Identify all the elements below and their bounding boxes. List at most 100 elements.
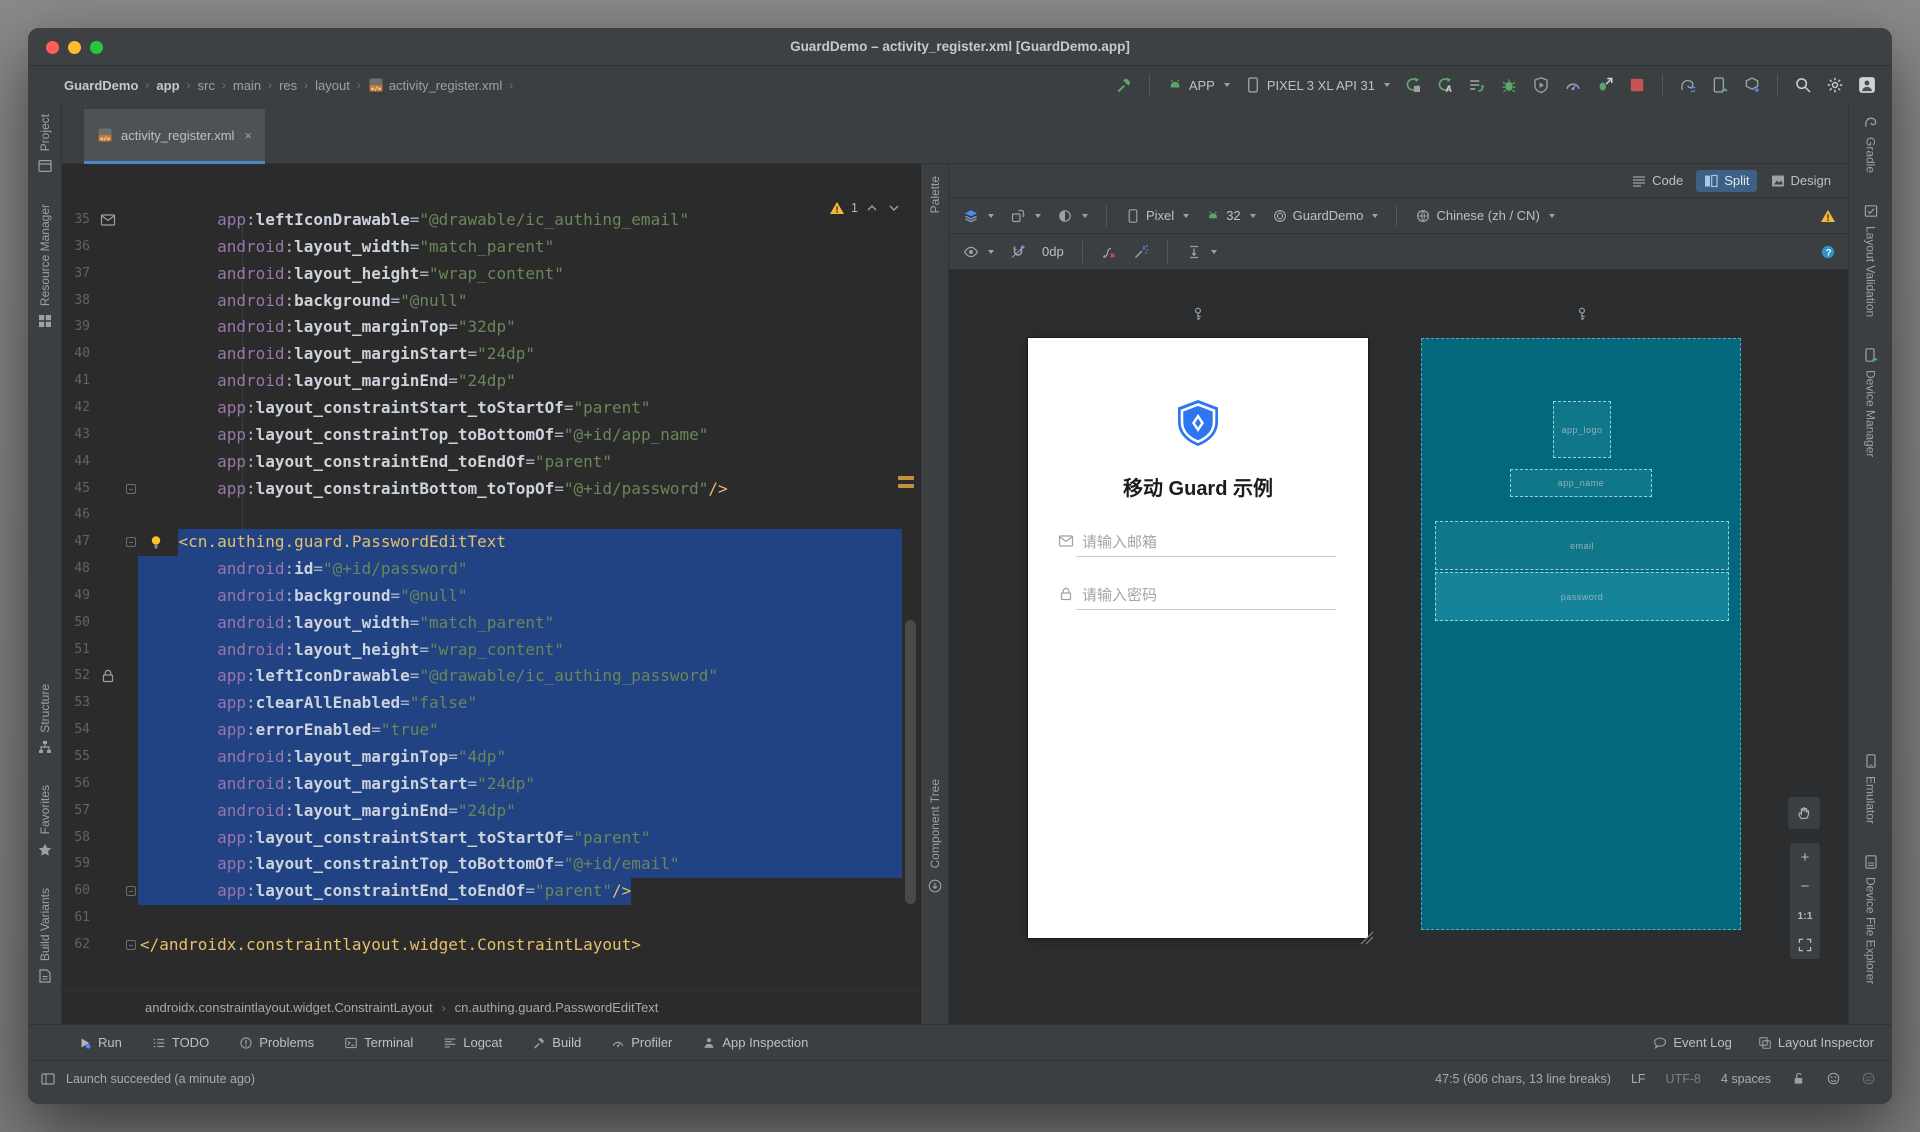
breadcrumb-item-layout[interactable]: layout [315,78,350,93]
restore-windows-icon[interactable] [927,878,943,894]
close-window-button[interactable] [46,41,59,54]
tool-window-device-file-explorer[interactable]: Device File Explorer [1863,854,1879,984]
zoom-out-button[interactable]: − [1790,872,1820,901]
device-manager-button[interactable] [1709,74,1731,96]
design-surface[interactable]: 移动 Guard 示例 请输入邮箱 请输入密码 app_logo app_nam… [949,270,1848,1024]
canvas-resize-handle-icon[interactable] [1359,930,1375,946]
tool-window-button-logcat[interactable]: Logcat [443,1035,502,1050]
mode-code-button[interactable]: Code [1624,170,1690,192]
fold-marker[interactable] [126,484,136,494]
search-everywhere-button[interactable] [1792,74,1814,96]
preview-device-button[interactable]: Pixel [1123,206,1191,226]
tool-window-project[interactable]: Project [37,114,53,174]
blueprint-password[interactable]: password [1435,572,1729,621]
blueprint-app-name[interactable]: app_name [1510,469,1652,497]
help-icon[interactable]: ? [1820,244,1836,260]
tool-window-favorites[interactable]: Favorites [37,785,53,857]
zoom-window-button[interactable] [90,41,103,54]
fold-marker[interactable] [126,886,136,896]
run-with-coverage-button[interactable] [1530,74,1552,96]
night-mode-button[interactable] [1055,206,1090,226]
breadcrumb-item-app[interactable]: app [156,78,179,93]
apply-code-changes-button[interactable] [1466,74,1488,96]
orientation-button[interactable] [1008,206,1043,226]
blueprint-email[interactable]: email [1435,521,1729,570]
editor-scrollbar[interactable] [905,620,916,904]
tab-activity-register-xml[interactable]: </> activity_register.xml × [84,109,265,164]
chevron-down-icon[interactable] [886,200,902,216]
tool-window-button-layout-inspector[interactable]: Layout Inspector [1758,1035,1874,1050]
tool-window-build-variants[interactable]: Build Variants [37,888,53,984]
zoom-in-button[interactable]: + [1790,843,1820,872]
device-select-button[interactable]: PIXEL 3 XL API 31 [1242,74,1392,96]
tool-window-button-app-inspection[interactable]: App Inspection [702,1035,808,1050]
breadcrumb-parent[interactable]: androidx.constraintlayout.widget.Constra… [145,1000,433,1015]
chevron-up-icon[interactable] [864,200,880,216]
tool-window-layout-validation[interactable]: Layout Validation [1863,203,1879,317]
autoconnect-button[interactable] [1008,242,1028,262]
profile-button[interactable] [1562,74,1584,96]
status-encoding[interactable]: UTF-8 [1666,1072,1701,1086]
attach-debugger-button[interactable] [1594,74,1616,96]
tool-window-button-problems[interactable]: Problems [239,1035,314,1050]
tool-window-gradle[interactable]: Gradle [1863,114,1879,173]
profile-avatar-button[interactable] [1856,74,1878,96]
zoom-actual-button[interactable]: 1:1 [1790,901,1820,930]
view-options-button[interactable] [961,242,996,262]
status-feedback-positive[interactable] [1826,1071,1841,1086]
fold-marker[interactable] [126,537,136,547]
tool-window-resource-manager[interactable]: Resource Manager [37,204,53,329]
render-warning-icon[interactable] [1820,208,1836,224]
stop-button[interactable] [1626,74,1648,96]
tool-window-button-terminal[interactable]: Terminal [344,1035,413,1050]
status-indent-style[interactable]: 4 spaces [1721,1072,1771,1086]
breadcrumb-item-guarddemo[interactable]: GuardDemo [64,78,138,93]
code-editor[interactable]: 35 app:leftIconDrawable="@drawable/ic_au… [62,164,920,990]
clear-all-constraints-button[interactable] [1099,242,1119,262]
email-field[interactable]: 请输入邮箱 [1058,530,1338,552]
build-button[interactable] [1113,74,1135,96]
preview-theme-button[interactable]: GuardDemo [1270,206,1381,226]
error-stripe-mark[interactable] [898,484,914,488]
zoom-to-fit-button[interactable] [1790,930,1820,959]
minimize-window-button[interactable] [68,41,81,54]
debug-button[interactable] [1498,74,1520,96]
tool-window-structure[interactable]: Structure [37,684,53,756]
password-field[interactable]: 请输入密码 [1058,583,1338,605]
design-surface-button[interactable] [961,206,996,226]
blueprint-app-logo[interactable]: app_logo [1553,401,1611,458]
close-tab-icon[interactable]: × [244,128,252,143]
preview-api-button[interactable]: 32 [1203,206,1257,226]
inspection-widget[interactable]: 1 [829,200,902,216]
apply-changes-restart-button[interactable]: A [1434,74,1456,96]
tool-window-button-event-log[interactable]: Event Log [1653,1035,1732,1050]
breadcrumb-item-activity-register-xml[interactable]: </>activity_register.xml [368,77,502,93]
status-line-separator[interactable]: LF [1631,1072,1646,1086]
design-preview-device[interactable]: 移动 Guard 示例 请输入邮箱 请输入密码 [1028,338,1368,938]
tool-window-emulator[interactable]: Emulator [1863,753,1879,824]
infer-constraints-button[interactable] [1131,242,1151,262]
settings-button[interactable] [1824,74,1846,96]
error-stripe-mark[interactable] [898,476,914,480]
sdk-manager-button[interactable] [1741,74,1763,96]
pack-button[interactable] [1184,242,1219,262]
preview-locale-button[interactable]: Chinese (zh / CN) [1413,206,1556,226]
default-margins-button[interactable]: 0dp [1040,242,1066,261]
breadcrumb-current[interactable]: cn.authing.guard.PasswordEditText [455,1000,659,1015]
status-write-access[interactable] [1791,1071,1806,1086]
breadcrumb-item-res[interactable]: res [279,78,297,93]
run-configuration-button[interactable]: APP [1164,74,1232,96]
tool-window-button-profiler[interactable]: Profiler [611,1035,672,1050]
pan-button[interactable] [1787,796,1821,830]
blueprint-preview-device[interactable]: app_logo app_name email password [1421,338,1741,930]
tool-window-button-todo[interactable]: TODO [152,1035,209,1050]
mode-split-button[interactable]: Split [1696,170,1756,192]
mode-design-button[interactable]: Design [1763,170,1838,192]
fold-marker[interactable] [126,940,136,950]
tool-window-button-build[interactable]: Build [532,1035,581,1050]
run-button[interactable] [1402,74,1424,96]
status-feedback-negative[interactable] [1861,1071,1876,1086]
tool-window-button-run[interactable]: Run [78,1035,122,1050]
palette-tab[interactable]: Palette [928,176,942,213]
tool-window-toggle-icon[interactable] [40,1071,56,1087]
